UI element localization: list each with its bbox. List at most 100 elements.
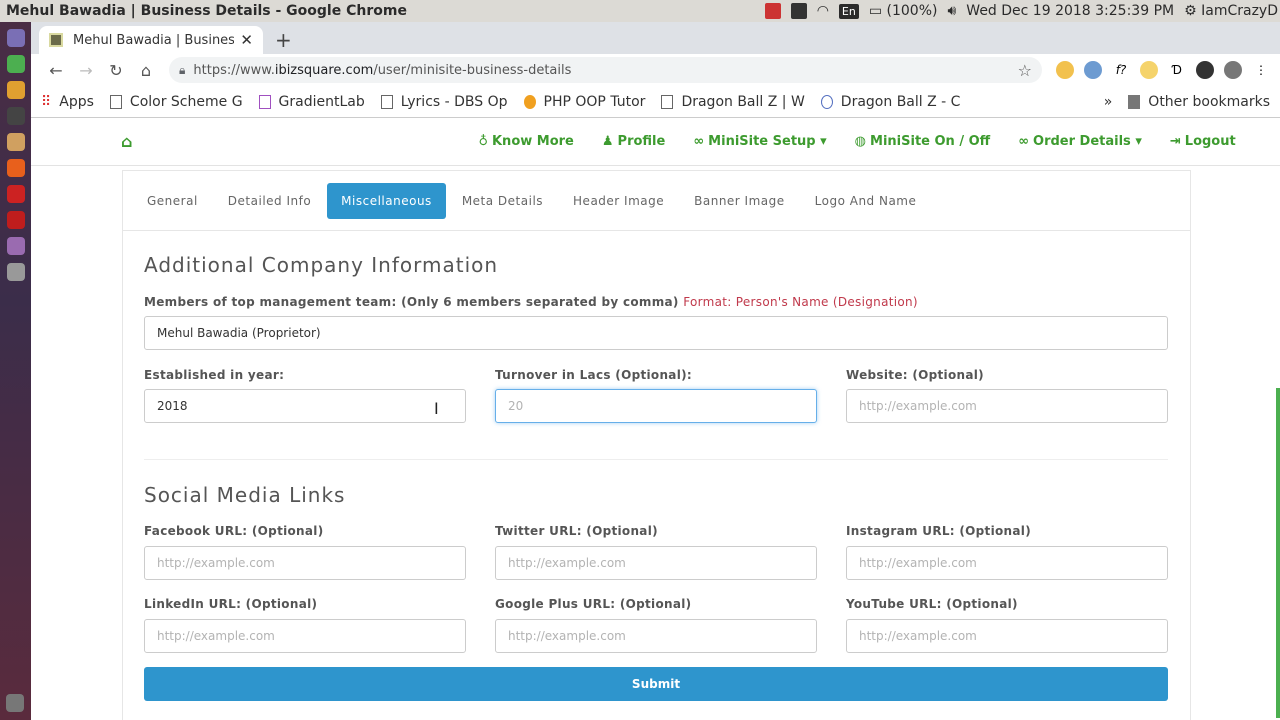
opera-icon[interactable] bbox=[6, 185, 25, 203]
tab-general[interactable]: General bbox=[133, 183, 212, 219]
facebook-label: Facebook URL: (Optional) bbox=[144, 524, 324, 538]
address-bar[interactable]: 🔒︎ https://www. ibizsquare.com/user/minis… bbox=[169, 57, 1042, 83]
turnover-label: Turnover in Lacs (Optional): bbox=[495, 368, 692, 382]
caret-down-icon: ▾ bbox=[1135, 134, 1142, 149]
extension-icon[interactable]: f? bbox=[1112, 61, 1130, 79]
nav-profile[interactable]: ♟ Profile bbox=[602, 134, 665, 149]
bookmark-item[interactable]: Color Scheme G bbox=[109, 94, 243, 110]
nav-logout[interactable]: ⇥ Logout bbox=[1170, 134, 1236, 149]
filezilla-icon[interactable] bbox=[6, 211, 25, 229]
trash-icon[interactable] bbox=[6, 694, 24, 712]
back-icon[interactable]: ← bbox=[41, 61, 71, 80]
members-format-hint: Format: Person's Name (Designation) bbox=[683, 295, 918, 309]
files-icon[interactable] bbox=[6, 133, 25, 151]
dash-icon[interactable] bbox=[6, 29, 25, 47]
established-year-input[interactable] bbox=[144, 389, 466, 423]
tab-detailed-info[interactable]: Detailed Info bbox=[214, 183, 325, 219]
extension-icon[interactable] bbox=[1140, 61, 1158, 79]
extension-icon[interactable] bbox=[1056, 61, 1074, 79]
section-tabs: General Detailed Info Miscellaneous Meta… bbox=[123, 171, 1190, 231]
members-input[interactable] bbox=[144, 316, 1168, 350]
logout-icon: ⇥ bbox=[1169, 134, 1181, 149]
menu-icon[interactable]: ⋮ bbox=[1252, 61, 1270, 79]
instagram-label: Instagram URL: (Optional) bbox=[846, 524, 1031, 538]
volume-icon[interactable]: 🔊︎ bbox=[947, 3, 956, 19]
keyboard-layout[interactable]: En bbox=[838, 3, 859, 19]
other-bookmarks[interactable]: » Other bookmarks bbox=[1104, 94, 1270, 110]
session-indicator[interactable]: ⚙ IamCrazyD bbox=[1184, 3, 1278, 19]
page-icon bbox=[380, 94, 393, 109]
googleplus-label: Google Plus URL: (Optional) bbox=[495, 597, 692, 611]
browser-chrome: Mehul Bawadia | Business ✕ + ← → ↻ ⌂ 🔒︎ … bbox=[31, 22, 1280, 118]
bookmark-item[interactable]: Dragon Ball Z | W bbox=[661, 93, 805, 110]
facebook-url-input[interactable] bbox=[144, 546, 466, 580]
forward-icon[interactable]: → bbox=[71, 61, 101, 80]
bookmark-item[interactable]: Lyrics - DBS Op bbox=[380, 94, 508, 110]
page-scrollbar[interactable] bbox=[1276, 388, 1280, 718]
reload-icon[interactable]: ↻ bbox=[101, 61, 131, 80]
nav-know-more[interactable]: ♁ Know More bbox=[478, 134, 573, 149]
nav-minisite-toggle[interactable]: ◍ MiniSite On / Off bbox=[855, 134, 991, 149]
extension-icon[interactable] bbox=[1084, 61, 1102, 79]
bookmark-star-icon[interactable]: ☆ bbox=[1018, 61, 1032, 80]
window-title: Mehul Bawadia | Business Details - Googl… bbox=[6, 3, 407, 19]
battery-indicator[interactable]: ▭ (100%) bbox=[869, 3, 938, 19]
tab-meta-details[interactable]: Meta Details bbox=[448, 183, 557, 219]
home-icon[interactable]: ⌂ bbox=[131, 61, 161, 80]
turnover-input[interactable] bbox=[495, 389, 817, 423]
section-divider bbox=[144, 459, 1168, 460]
extensions: f? Ɗ ⋮ bbox=[1056, 61, 1270, 79]
settings-icon[interactable] bbox=[6, 263, 25, 281]
website-input[interactable] bbox=[846, 389, 1168, 423]
bookmark-item[interactable]: GradientLab bbox=[258, 94, 365, 110]
sublime-icon[interactable] bbox=[6, 81, 25, 99]
submit-button[interactable]: Submit bbox=[144, 667, 1168, 701]
tab-title: Mehul Bawadia | Business bbox=[73, 32, 235, 48]
avatar[interactable] bbox=[1224, 61, 1242, 79]
link-icon: ∞ bbox=[1018, 134, 1030, 149]
url-path: /user/minisite-business-details bbox=[373, 62, 572, 78]
youtube-url-input[interactable] bbox=[846, 619, 1168, 653]
youtube-label: YouTube URL: (Optional) bbox=[846, 597, 1018, 611]
clock[interactable]: Wed Dec 19 2018 3:25:39 PM bbox=[966, 3, 1174, 19]
tab-header-image[interactable]: Header Image bbox=[559, 183, 678, 219]
bookmark-apps[interactable]: ⠿ Apps bbox=[41, 94, 94, 110]
instagram-url-input[interactable] bbox=[846, 546, 1168, 580]
chevron-right-icon[interactable]: » bbox=[1104, 94, 1113, 110]
app-icon[interactable] bbox=[6, 237, 25, 255]
twitter-url-input[interactable] bbox=[495, 546, 817, 580]
user-icon: ♟ bbox=[601, 134, 614, 149]
twitter-label: Twitter URL: (Optional) bbox=[495, 524, 658, 538]
other-bookmarks-label: Other bookmarks bbox=[1148, 93, 1270, 110]
notes-icon[interactable] bbox=[790, 3, 807, 19]
linkedin-url-input[interactable] bbox=[144, 619, 466, 653]
browser-tab[interactable]: Mehul Bawadia | Business ✕ bbox=[39, 26, 263, 54]
extension-icon[interactable] bbox=[1196, 61, 1214, 79]
battery-icon: ▭ bbox=[868, 3, 883, 19]
nav-minisite-setup[interactable]: ∞ MiniSite Setup ▾ bbox=[693, 134, 826, 149]
googleplus-url-input[interactable] bbox=[495, 619, 817, 653]
tab-strip: Mehul Bawadia | Business ✕ + bbox=[31, 22, 1280, 54]
bookmark-label: Dragon Ball Z | W bbox=[681, 93, 805, 110]
record-icon[interactable] bbox=[764, 3, 781, 19]
page-content: ⌂ ♁ Know More ♟ Profile ∞ MiniSite Setup ▾ … bbox=[31, 118, 1280, 720]
extension-icon[interactable]: Ɗ bbox=[1168, 61, 1186, 79]
chrome-icon[interactable] bbox=[6, 55, 25, 73]
terminal-icon[interactable] bbox=[6, 107, 25, 125]
tab-banner-image[interactable]: Banner Image bbox=[680, 183, 799, 219]
company-info-title: Additional Company Information bbox=[144, 253, 499, 277]
tab-miscellaneous[interactable]: Miscellaneous bbox=[327, 182, 446, 219]
tab-logo-and-name[interactable]: Logo And Name bbox=[801, 183, 931, 219]
bookmark-item[interactable]: PHP OOP Tutor bbox=[523, 94, 645, 110]
home-icon[interactable]: ⌂ bbox=[121, 132, 132, 151]
nav-order-details[interactable]: ∞ Order Details ▾ bbox=[1018, 134, 1142, 149]
close-icon[interactable]: ✕ bbox=[240, 31, 253, 49]
bookmarks-bar: ⠿ Apps Color Scheme G GradientLab Lyrics … bbox=[31, 86, 1280, 118]
wifi-icon[interactable]: ◠ bbox=[817, 3, 829, 19]
nav-label: MiniSite Setup bbox=[708, 134, 816, 149]
bookmark-item[interactable]: Dragon Ball Z - C bbox=[820, 94, 960, 110]
nav-label: Logout bbox=[1184, 134, 1236, 149]
firefox-icon[interactable] bbox=[6, 159, 25, 177]
site-navbar: ⌂ ♁ Know More ♟ Profile ∞ MiniSite Setup ▾ … bbox=[31, 118, 1280, 166]
new-tab-icon[interactable]: + bbox=[275, 28, 292, 52]
